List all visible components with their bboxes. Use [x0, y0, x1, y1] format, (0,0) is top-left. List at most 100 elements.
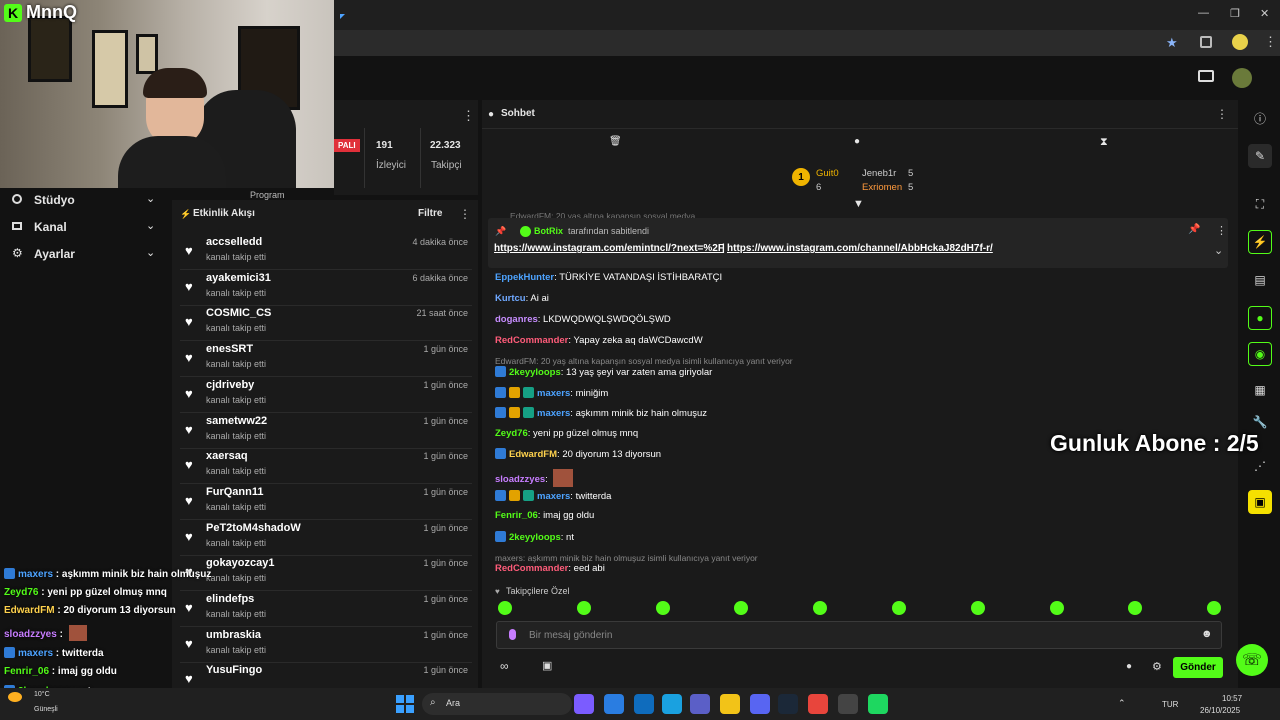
- more-options-icon[interactable]: ⋮: [459, 207, 471, 221]
- more-options-icon[interactable]: ⋮: [1216, 107, 1228, 121]
- hourglass-icon[interactable]: ⧗: [1100, 136, 1108, 149]
- edge-icon[interactable]: [662, 694, 682, 714]
- filter-button[interactable]: Filtre: [418, 208, 442, 219]
- document-icon[interactable]: ▤: [1248, 268, 1272, 292]
- copilot-icon[interactable]: [574, 694, 594, 714]
- feed-item[interactable]: ♥ COSMIC_CS kanalı takip etti 21 saat önce: [180, 305, 472, 342]
- explorer-icon[interactable]: [720, 694, 740, 714]
- chat-message[interactable]: maxers: twitterda: [495, 490, 611, 502]
- chat-username[interactable]: Kurtcu: [495, 293, 526, 304]
- chat-message[interactable]: doganres: LKDWQDWQLŞWDQÖLŞWD: [495, 314, 671, 325]
- clapper-icon[interactable]: ▣: [1248, 490, 1272, 514]
- address-bar[interactable]: ★ ⋮: [334, 30, 1280, 56]
- chat-message[interactable]: EppekHunter: TÜRKİYE VATANDAŞI İSTİHBARA…: [495, 272, 722, 283]
- pinned-link-1[interactable]: https://www.instagram.com/emintncl/?next…: [494, 243, 724, 254]
- chevron-up-icon[interactable]: ⌃: [1118, 698, 1126, 709]
- restore-button[interactable]: ❐: [1230, 7, 1240, 20]
- chevron-down-icon[interactable]: ⌄: [1214, 244, 1223, 257]
- store-icon[interactable]: [604, 694, 624, 714]
- more-options-icon[interactable]: ⋮: [462, 108, 475, 124]
- feed-item[interactable]: ♥ enesSRT kanalı takip etti 1 gün önce: [180, 341, 472, 378]
- chrome-icon[interactable]: [808, 694, 828, 714]
- message-icon[interactable]: ●: [1248, 306, 1272, 330]
- chat-message[interactable]: 2keyyloops: nt: [495, 531, 574, 543]
- send-button[interactable]: Gönder: [1173, 657, 1223, 678]
- profile-avatar[interactable]: [1232, 34, 1248, 50]
- chat-username[interactable]: doganres: [495, 314, 538, 325]
- chat-username[interactable]: maxers: [537, 388, 570, 399]
- sidebar-item-channel[interactable]: Kanal ⌄: [12, 219, 162, 239]
- chat-username[interactable]: EdwardFM: [509, 449, 557, 460]
- emoji-icon[interactable]: ☻: [1201, 628, 1213, 640]
- chat-username[interactable]: 2keyyloops: [509, 532, 561, 543]
- chat-message[interactable]: EdwardFM: 20 diyorum 13 diyorsun: [495, 448, 661, 460]
- chat-username[interactable]: 2keyyloops: [509, 367, 561, 378]
- outlook-icon[interactable]: [634, 694, 654, 714]
- feed-item[interactable]: ♥ FurQann11 kanalı takip etti 1 gün önce: [180, 484, 472, 520]
- info-icon[interactable]: ⓘ: [1248, 106, 1272, 130]
- microphone-icon[interactable]: [509, 629, 516, 640]
- chat-message[interactable]: Kurtcu: Ai ai: [495, 293, 549, 304]
- chat-username[interactable]: maxers: [537, 491, 570, 502]
- feed-item[interactable]: ♥ sametww22 kanalı takip etti 1 gün önce: [180, 413, 472, 449]
- chat-username[interactable]: EppekHunter: [495, 272, 554, 283]
- chat-username[interactable]: Zeyd76: [495, 428, 528, 439]
- more-options-icon[interactable]: ⋮: [1216, 224, 1227, 237]
- chat-bubble-icon[interactable]: ●: [1126, 661, 1132, 672]
- emote-icon[interactable]: [892, 601, 906, 615]
- feed-item[interactable]: ♥ cjdriveby kanalı takip etti 1 gün önce: [180, 377, 472, 413]
- browser-menu-icon[interactable]: ⋮: [1264, 34, 1277, 50]
- sidebar-item-studio[interactable]: Stüdyo ⌄: [12, 192, 162, 212]
- emote-icon[interactable]: [498, 601, 512, 615]
- feed-item[interactable]: ♥ umbraskia kanalı takip etti 1 gün önce: [180, 627, 472, 663]
- flash-icon[interactable]: ⚡: [1248, 230, 1272, 254]
- chat-message[interactable]: RedCommander: Yapay zeka aq daWCDawcdW: [495, 335, 703, 346]
- edit-icon[interactable]: ✎: [1248, 144, 1272, 168]
- feed-item[interactable]: ♥ ayakemici31 kanalı takip etti 6 dakika ön…: [180, 270, 472, 306]
- emote-icon[interactable]: [970, 601, 985, 615]
- emote-icon[interactable]: [655, 601, 670, 615]
- store-icon[interactable]: ▣: [542, 659, 552, 672]
- chat-message[interactable]: 2keyyloops: 13 yaş şeyi var zaten ama gi…: [495, 366, 712, 378]
- feed-item[interactable]: ♥ elindefps kanalı takip etti 1 gün önce: [180, 591, 472, 627]
- chat-username[interactable]: maxers: [537, 408, 570, 419]
- feed-item[interactable]: ♥ xaersaq kanalı takip etti 1 gün önce: [180, 448, 472, 485]
- language-indicator[interactable]: TUR: [1162, 700, 1178, 709]
- chat-message[interactable]: RedCommander: eed abi: [495, 563, 605, 574]
- extensions-icon[interactable]: [1200, 36, 1212, 48]
- chat-username[interactable]: sloadzzyes: [495, 474, 545, 485]
- minimize-button[interactable]: —: [1198, 7, 1209, 19]
- support-button[interactable]: ☏: [1236, 644, 1268, 676]
- teams-icon[interactable]: [690, 694, 710, 714]
- bookmark-star-icon[interactable]: ★: [1166, 35, 1178, 51]
- obs-icon[interactable]: [1198, 70, 1214, 82]
- feed-item[interactable]: ♥ accselledd kanalı takip etti 4 dakika önc…: [180, 234, 472, 270]
- trash-icon[interactable]: 🗑: [609, 136, 622, 147]
- emote-icon[interactable]: [1049, 601, 1064, 615]
- chat-message[interactable]: sloadzzyes:: [495, 469, 574, 487]
- gear-icon[interactable]: ⚙: [1152, 660, 1162, 673]
- chat-message[interactable]: Fenrir_06: imaj gg oldu: [495, 510, 594, 521]
- chat-input[interactable]: Bir mesaj gönderin ☻: [496, 621, 1222, 649]
- unpin-icon[interactable]: 📌: [1188, 224, 1200, 235]
- fullscreen-icon[interactable]: ⛶: [1248, 192, 1272, 216]
- taskbar-search[interactable]: ⌕ Ara: [422, 693, 572, 715]
- share-icon[interactable]: ⋰: [1248, 454, 1272, 478]
- chat-username[interactable]: RedCommander: [495, 563, 568, 574]
- chat-mode-icon[interactable]: ●: [854, 136, 860, 147]
- close-button[interactable]: ✕: [1260, 7, 1269, 20]
- chat-username[interactable]: Fenrir_06: [495, 510, 538, 521]
- chat-username[interactable]: RedCommander: [495, 335, 568, 346]
- emote-icon[interactable]: [576, 601, 591, 615]
- feed-item[interactable]: ♥ PeT2toM4shadoW kanalı takip etti 1 gün ön…: [180, 520, 472, 556]
- obs-icon[interactable]: [838, 694, 858, 714]
- broadcast-icon[interactable]: ◉: [1248, 342, 1272, 366]
- spotify-icon[interactable]: [868, 694, 888, 714]
- chat-message[interactable]: maxers: aşkımm minik biz hain olmuşuz: [495, 407, 707, 419]
- chat-message[interactable]: Zeyd76: yeni pp güzel olmuş mnq: [495, 428, 638, 439]
- clock-date[interactable]: 26/10/2025: [1200, 706, 1240, 715]
- clock-time[interactable]: 10:57: [1222, 694, 1242, 703]
- sidebar-item-settings[interactable]: ⚙ Ayarlar ⌄: [12, 246, 162, 266]
- infinity-icon[interactable]: ∞: [500, 659, 509, 673]
- chat-message[interactable]: maxers: miniğim: [495, 387, 608, 399]
